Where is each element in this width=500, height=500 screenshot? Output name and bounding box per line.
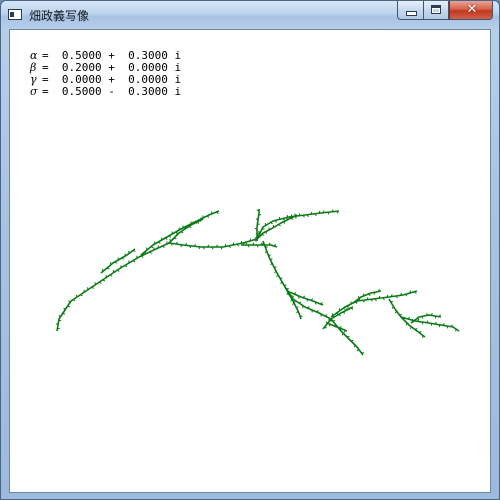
- title-bar[interactable]: 畑政義写像 ✕: [1, 1, 499, 29]
- fractal-twig: [324, 326, 327, 329]
- fractal-twig: [102, 279, 106, 282]
- fractal-twig: [274, 270, 277, 274]
- fractal-twig: [196, 221, 200, 224]
- window-app-icon[interactable]: [8, 9, 22, 20]
- fractal-twig: [109, 262, 112, 265]
- fractal-twig: [164, 237, 168, 240]
- caption-buttons: ✕: [397, 1, 493, 20]
- fractal-twig: [307, 306, 310, 309]
- window-title: 畑政義写像: [29, 9, 90, 23]
- fractal-twig: [286, 214, 289, 218]
- fractal-twig: [342, 311, 346, 314]
- fractal-twig: [286, 291, 289, 295]
- fractal-twig: [106, 267, 110, 270]
- fractal-twig: [114, 261, 118, 264]
- fractal-twig: [324, 314, 328, 317]
- fractal-twig: [157, 241, 161, 244]
- fractal-twig: [426, 312, 428, 316]
- fractal-twig: [149, 251, 152, 254]
- fractal-twig: [216, 211, 219, 215]
- fractal-twig: [132, 250, 136, 253]
- close-button[interactable]: ✕: [449, 1, 493, 20]
- fractal-twig: [132, 260, 136, 263]
- fractal-twig: [80, 294, 83, 297]
- fractal-twig: [150, 246, 154, 249]
- fractal-twig: [188, 225, 192, 228]
- fractal-twig: [296, 310, 299, 314]
- drawing-canvas: α = 0.5000 + 0.3000 i β = 0.2000 + 0.0000 …: [9, 29, 491, 493]
- fractal-twig: [270, 262, 273, 266]
- fractal-twig: [414, 327, 418, 330]
- fractal-twig: [290, 298, 293, 302]
- fractal-twig: [292, 302, 295, 306]
- fractal-twig: [350, 307, 354, 310]
- fractal-twig: [378, 288, 380, 292]
- fractal-twig: [63, 307, 66, 311]
- fractal-twig: [276, 274, 279, 278]
- fractal-twig: [145, 247, 148, 251]
- fractal-twig: [109, 274, 113, 277]
- app-window: 畑政義写像 ✕ α = 0.5000 + 0.3000 i β = 0.2000 +…: [0, 0, 500, 500]
- fractal-twig: [224, 244, 227, 247]
- fractal-twig: [278, 216, 281, 220]
- fractal-branch: [400, 316, 460, 332]
- fractal-twig: [58, 314, 61, 318]
- fractal-twig: [91, 286, 95, 289]
- fractal-twig: [180, 231, 184, 234]
- fractal-twig: [282, 221, 286, 224]
- fractal-branch: [56, 232, 264, 332]
- hata-map-fractal: [55, 209, 460, 356]
- fractal-twig: [316, 310, 319, 313]
- fractal-twig: [343, 307, 346, 310]
- fractal-twig: [332, 319, 336, 322]
- fractal-twig: [240, 240, 243, 244]
- fractal-branch: [241, 244, 278, 248]
- fractal-twig: [293, 292, 297, 295]
- fractal-twig: [101, 268, 104, 272]
- fractal-twig: [338, 314, 341, 317]
- fractal-twig: [162, 245, 165, 248]
- fractal-twig: [356, 348, 359, 352]
- minimize-button[interactable]: [397, 1, 423, 20]
- fractal-twig: [72, 299, 76, 302]
- close-icon: ✕: [466, 2, 478, 17]
- fractal-twig: [339, 325, 342, 329]
- fractal-branch: [256, 210, 340, 240]
- fractal-twig: [206, 215, 210, 218]
- fractal-twig: [416, 318, 420, 321]
- minimize-icon: [406, 11, 417, 16]
- fractal-twig: [280, 281, 283, 285]
- fractal-twig: [264, 231, 268, 234]
- fractal-twig: [298, 301, 302, 304]
- fractal-twig: [394, 310, 397, 314]
- maximize-icon: [431, 5, 441, 14]
- maximize-button[interactable]: [423, 1, 449, 20]
- fractal-twig: [418, 330, 422, 333]
- fractal-twig: [121, 257, 125, 260]
- fractal-twig: [124, 264, 128, 268]
- fractal-twig: [68, 300, 71, 304]
- fractal-twig: [320, 301, 323, 305]
- fractal-twig: [290, 217, 294, 220]
- fractal-twig: [346, 305, 350, 308]
- fractal-twig: [232, 242, 235, 246]
- fractal-twig: [140, 255, 144, 258]
- fractal-twig: [391, 306, 394, 309]
- fractal-twig: [278, 224, 281, 227]
- fractal-twig: [98, 281, 102, 284]
- fractal-twig: [116, 269, 120, 272]
- fractal-twig: [368, 293, 371, 297]
- fractal-twig: [270, 222, 273, 225]
- fractal-twig: [168, 235, 172, 238]
